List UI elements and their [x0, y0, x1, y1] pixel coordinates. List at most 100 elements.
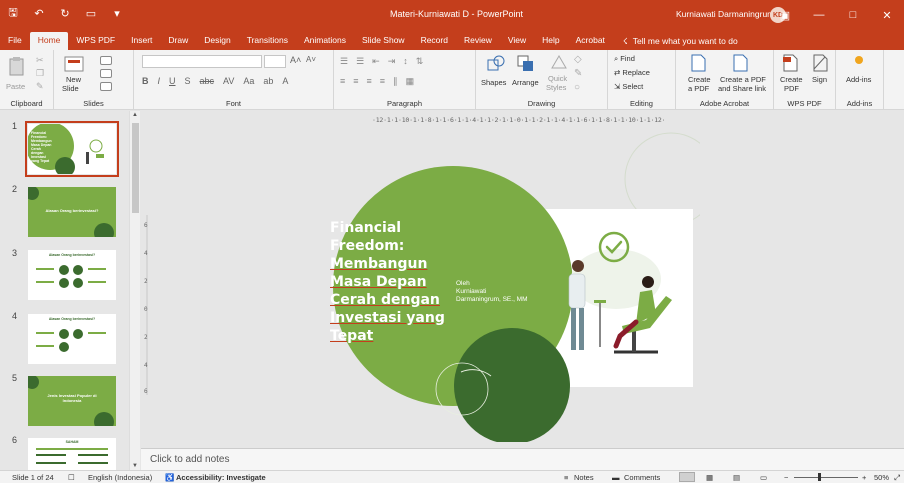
comments-status-icon[interactable]: ▬: [612, 473, 620, 482]
create-pdf-icon[interactable]: [690, 54, 706, 74]
quick-styles-label-1[interactable]: Quick: [548, 74, 567, 83]
slideshow-icon[interactable]: ▭: [760, 473, 767, 482]
tab-design[interactable]: Design: [196, 32, 238, 50]
save-icon[interactable]: 🖫: [6, 6, 20, 20]
normal-view-icon[interactable]: [679, 472, 695, 482]
shape-fill-icon[interactable]: ◇: [574, 54, 582, 65]
zoom-slider[interactable]: [794, 477, 858, 478]
copy-icon[interactable]: ❐: [36, 68, 44, 79]
quick-styles-icon[interactable]: [550, 54, 568, 74]
font-size-input[interactable]: [264, 55, 286, 68]
redo-icon[interactable]: ↻: [58, 6, 72, 20]
tab-slide-show[interactable]: Slide Show: [354, 32, 413, 50]
char-spacing-icon[interactable]: AV: [223, 76, 234, 86]
columns-icon[interactable]: ∥: [393, 76, 398, 87]
tab-acrobat[interactable]: Acrobat: [568, 32, 613, 50]
slide-author[interactable]: Oleh Kurniawati Darmaningrum, SE., MM: [456, 280, 566, 304]
slide-count[interactable]: Slide 1 of 24: [12, 473, 54, 482]
create-pdf-label-2[interactable]: a PDF: [688, 84, 709, 93]
select-button[interactable]: ⇲ Select: [614, 82, 643, 91]
accessibility-icon[interactable]: ♿: [165, 473, 174, 482]
zoom-out-icon[interactable]: −: [784, 473, 788, 482]
strikethrough-icon[interactable]: abc: [200, 76, 215, 86]
cut-icon[interactable]: ✂: [36, 55, 44, 66]
tab-view[interactable]: View: [500, 32, 534, 50]
underline-icon[interactable]: U: [169, 76, 176, 86]
arrange-icon[interactable]: [516, 54, 536, 76]
tab-draw[interactable]: Draw: [160, 32, 196, 50]
new-slide-label-2[interactable]: Slide: [62, 84, 79, 93]
font-name-input[interactable]: [142, 55, 262, 68]
change-case-icon[interactable]: Aa: [243, 76, 254, 86]
numbering-icon[interactable]: ☰: [356, 56, 364, 67]
new-slide-icon[interactable]: [64, 55, 84, 75]
wps-create-pdf-label-2[interactable]: PDF: [784, 84, 799, 93]
reading-view-icon[interactable]: ▤: [733, 473, 740, 482]
zoom-slider-thumb[interactable]: [818, 473, 821, 481]
tab-review[interactable]: Review: [456, 32, 500, 50]
new-slide-label-1[interactable]: New: [66, 75, 81, 84]
tab-record[interactable]: Record: [413, 32, 456, 50]
comments-button[interactable]: Comments: [624, 473, 660, 482]
justify-icon[interactable]: ≡: [380, 76, 385, 87]
ribbon-display-icon[interactable]: ▣: [768, 0, 802, 30]
layout-icon[interactable]: [100, 56, 112, 67]
user-name[interactable]: Kurniawati Darmaningrum: [676, 9, 774, 19]
slide-thumbnail-2[interactable]: Alasan Orang berinvestasi?: [28, 187, 116, 237]
create-share-label-1[interactable]: Create a PDF: [720, 75, 766, 84]
minimize-icon[interactable]: —: [802, 0, 836, 30]
maximize-icon[interactable]: □: [836, 0, 870, 30]
smartart-icon[interactable]: ▦: [406, 76, 415, 87]
scroll-down-icon[interactable]: ▼: [132, 463, 138, 469]
scroll-up-icon[interactable]: ▲: [132, 112, 138, 118]
format-painter-icon[interactable]: ✎: [36, 81, 44, 92]
slide-title[interactable]: Financial Freedom: Membangun Masa Depan …: [330, 219, 470, 345]
notes-icon[interactable]: ≡: [564, 473, 568, 482]
tab-wps-pdf[interactable]: WPS PDF: [68, 32, 123, 50]
slide-canvas[interactable]: Financial Freedom: Membangun Masa Depan …: [286, 124, 700, 442]
tab-animations[interactable]: Animations: [296, 32, 354, 50]
paste-icon[interactable]: [8, 56, 26, 80]
section-icon[interactable]: [100, 82, 112, 93]
quick-styles-label-2[interactable]: Styles: [546, 83, 566, 92]
align-center-icon[interactable]: ≡: [353, 76, 358, 87]
find-button[interactable]: ⌕ Find: [614, 54, 635, 64]
sign-icon[interactable]: [812, 54, 828, 74]
font-color-icon[interactable]: A: [282, 76, 288, 86]
tab-insert[interactable]: Insert: [123, 32, 160, 50]
fit-slide-icon[interactable]: ⤢: [894, 473, 900, 483]
undo-icon[interactable]: ↶: [32, 6, 46, 20]
zoom-level[interactable]: 50%: [874, 473, 889, 482]
slide-thumbnail-5[interactable]: Jenis Investasi Populer di Indonesia: [28, 376, 116, 426]
tell-me-search[interactable]: ☇ Tell me what you want to do: [613, 32, 738, 50]
tab-home[interactable]: Home: [29, 32, 69, 50]
reset-icon[interactable]: [100, 69, 112, 80]
decrease-font-icon[interactable]: A˅: [306, 55, 316, 64]
increase-font-icon[interactable]: A˄: [290, 55, 301, 65]
italic-icon[interactable]: I: [158, 76, 161, 86]
bold-icon[interactable]: B: [142, 76, 149, 86]
slide-sorter-icon[interactable]: ▦: [706, 473, 713, 482]
shape-effects-icon[interactable]: ○: [574, 82, 580, 93]
addins-button[interactable]: Add-ins: [846, 75, 871, 84]
decrease-indent-icon[interactable]: ⇤: [372, 56, 380, 67]
spell-check-icon[interactable]: ☐: [68, 473, 75, 482]
line-spacing-icon[interactable]: ↕: [403, 56, 408, 67]
align-right-icon[interactable]: ≡: [367, 76, 372, 87]
slide-thumbnail-3[interactable]: Alasan Orang berinvestasi?: [28, 250, 116, 300]
tab-help[interactable]: Help: [534, 32, 567, 50]
tab-transitions[interactable]: Transitions: [239, 32, 296, 50]
shadow-icon[interactable]: S: [185, 76, 191, 86]
sign-button[interactable]: Sign: [812, 75, 827, 84]
shape-outline-icon[interactable]: ✎: [574, 68, 582, 79]
notes-button[interactable]: Notes: [574, 473, 594, 482]
present-icon[interactable]: ▭: [84, 6, 98, 20]
customize-dropdown-icon[interactable]: ▾: [110, 6, 124, 20]
create-share-label-2[interactable]: and Share link: [718, 84, 766, 93]
create-share-icon[interactable]: [732, 54, 748, 74]
text-direction-icon[interactable]: ⇅: [416, 56, 424, 67]
highlight-icon[interactable]: ab: [263, 76, 273, 86]
close-icon[interactable]: ✕: [870, 0, 904, 30]
shapes-button[interactable]: Shapes: [481, 78, 506, 87]
align-left-icon[interactable]: ≡: [340, 76, 345, 87]
